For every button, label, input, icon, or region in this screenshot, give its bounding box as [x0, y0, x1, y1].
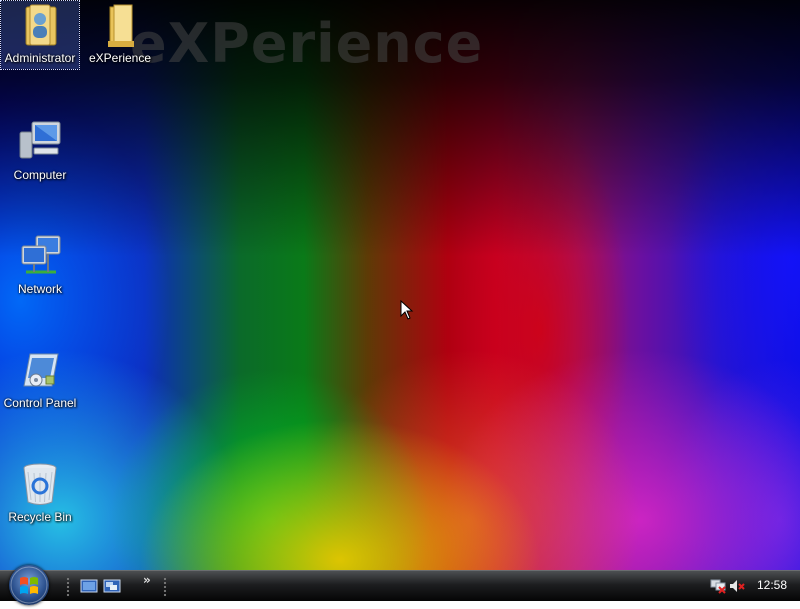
windows-logo-icon — [10, 566, 48, 604]
desktop[interactable]: eXPerience Administrator eXPerience Comp… — [0, 0, 800, 570]
wallpaper-watermark: eXPerience — [130, 12, 484, 75]
start-button[interactable] — [9, 565, 49, 605]
quick-launch-overflow-button[interactable]: » — [143, 573, 151, 587]
switch-windows-button[interactable] — [103, 578, 121, 594]
computer-icon — [16, 118, 64, 166]
recycle-bin-icon — [16, 460, 64, 508]
desktop-icon-label: Administrator — [4, 51, 76, 65]
desktop-icon-control-panel[interactable]: Control Panel — [1, 346, 79, 410]
desktop-icon-label: Control Panel — [3, 396, 77, 410]
clock[interactable]: 12:58 — [757, 578, 787, 592]
volume-muted-icon — [730, 580, 745, 592]
desktop-icon-label: eXPerience — [88, 51, 152, 65]
desktop-icon-label: Network — [17, 282, 62, 296]
taskbar-grip[interactable] — [66, 577, 70, 597]
wallpaper-shadow — [0, 0, 800, 570]
show-desktop-icon — [80, 579, 98, 593]
desktop-icon-network[interactable]: Network — [1, 232, 79, 296]
switch-windows-icon — [103, 579, 121, 593]
notification-area: 12:58 — [710, 571, 800, 601]
control-panel-icon — [16, 346, 64, 394]
network-icon — [16, 232, 64, 280]
folder-icon — [96, 1, 144, 49]
network-status-button[interactable] — [710, 578, 726, 594]
taskbar: » 12:58 — [0, 565, 800, 605]
network-disconnected-icon — [710, 579, 726, 594]
taskbar-grip[interactable] — [163, 577, 167, 597]
desktop-icon-recycle-bin[interactable]: Recycle Bin — [1, 460, 79, 524]
desktop-icon-label: Recycle Bin — [8, 510, 72, 524]
desktop-icon-label: Computer — [13, 168, 67, 182]
desktop-icon-experience[interactable]: eXPerience — [81, 1, 159, 65]
user-folder-icon — [16, 1, 64, 49]
show-desktop-button[interactable] — [80, 578, 98, 594]
volume-button[interactable] — [729, 578, 745, 594]
desktop-icon-administrator[interactable]: Administrator — [0, 0, 80, 70]
desktop-icon-computer[interactable]: Computer — [1, 118, 79, 182]
